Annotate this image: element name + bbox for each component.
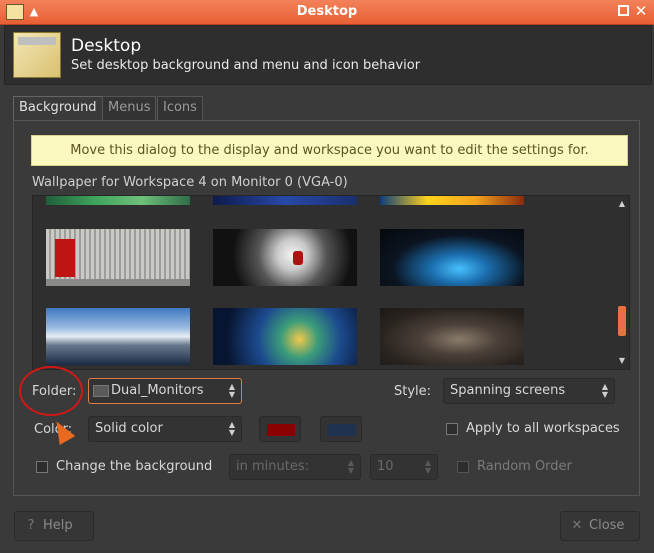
header-title: Desktop [71, 36, 142, 56]
scroll-down-icon[interactable]: ▼ [615, 355, 629, 367]
random-order-checkbox[interactable] [457, 461, 469, 473]
wallpaper-thumbnail[interactable] [380, 229, 524, 286]
spin-arrows-icon: ▲ ▼ [228, 420, 235, 437]
gallery-scrollbar[interactable]: ▲ ▼ [615, 196, 629, 369]
interval-select[interactable]: in minutes: ▲ ▼ [229, 454, 361, 480]
apply-all-checkbox[interactable] [446, 423, 458, 435]
primary-color-button[interactable] [259, 416, 301, 442]
wallpaper-thumbnail[interactable] [46, 229, 190, 286]
secondary-color-button[interactable] [320, 416, 362, 442]
style-select[interactable]: Spanning screens ▲ ▼ [443, 378, 615, 404]
random-order-label: Random Order [477, 459, 572, 474]
help-label: Help [43, 518, 73, 533]
wallpaper-gallery[interactable]: ▲ ▼ [32, 195, 630, 370]
close-icon: ✕ [571, 518, 583, 533]
close-button[interactable]: ✕ Close [560, 511, 640, 541]
close-window-icon[interactable]: ✕ [632, 2, 650, 20]
folder-value: Dual_Monitors [111, 383, 204, 398]
wallpaper-thumbnail[interactable] [46, 196, 190, 205]
folder-select[interactable]: Dual_Monitors ▲ ▼ [88, 378, 242, 404]
interval-value: in minutes: [236, 459, 309, 474]
apply-all-label: Apply to all workspaces [466, 421, 620, 436]
tab-icons[interactable]: Icons [157, 96, 203, 120]
spin-arrows-icon: ▲ ▼ [424, 458, 431, 475]
scroll-up-icon[interactable]: ▲ [615, 198, 629, 210]
wallpaper-thumbnail[interactable] [213, 196, 357, 205]
style-value: Spanning screens [450, 383, 566, 398]
change-background-checkbox[interactable] [36, 461, 48, 473]
help-icon: ? [27, 518, 35, 533]
folder-icon [93, 385, 109, 397]
spin-arrows-icon: ▲ ▼ [347, 458, 354, 475]
wallpaper-label: Wallpaper for Workspace 4 on Monitor 0 (… [32, 175, 348, 190]
color-style-select[interactable]: Solid color ▲ ▼ [88, 416, 242, 442]
header-subtitle: Set desktop background and menu and icon… [71, 58, 421, 73]
wallpaper-thumbnail[interactable] [213, 229, 357, 286]
primary-color-swatch [267, 424, 295, 436]
dialog-header: Desktop Set desktop background and menu … [4, 25, 652, 85]
tab-background[interactable]: Background [13, 96, 103, 122]
highlight-circle [19, 366, 83, 416]
scrollbar-thumb[interactable] [618, 306, 626, 336]
secondary-color-swatch [328, 424, 356, 436]
tab-menus[interactable]: Menus [102, 96, 157, 120]
wallpaper-thumbnail[interactable] [380, 196, 524, 205]
wallpaper-thumbnail[interactable] [380, 308, 524, 365]
close-label: Close [589, 518, 625, 533]
wallpaper-thumbnail[interactable] [213, 308, 357, 365]
window-title: Desktop [296, 4, 358, 19]
interval-spinner[interactable]: 10 ▲ ▼ [370, 454, 438, 480]
spin-arrows-icon: ▲ ▼ [228, 382, 235, 399]
desktop-settings-icon [13, 32, 61, 78]
info-message: Move this dialog to the display and work… [31, 135, 628, 166]
interval-number: 10 [377, 459, 394, 474]
style-label: Style: [394, 384, 432, 399]
spin-arrows-icon: ▲ ▼ [601, 382, 608, 399]
maximize-icon[interactable] [618, 5, 629, 16]
change-background-label: Change the background [56, 459, 213, 474]
color-style-value: Solid color [95, 421, 163, 436]
window-titlebar[interactable]: ▲ Desktop ✕ [0, 0, 654, 25]
wallpaper-thumbnail[interactable] [46, 308, 190, 365]
help-button[interactable]: ? Help [14, 511, 94, 541]
